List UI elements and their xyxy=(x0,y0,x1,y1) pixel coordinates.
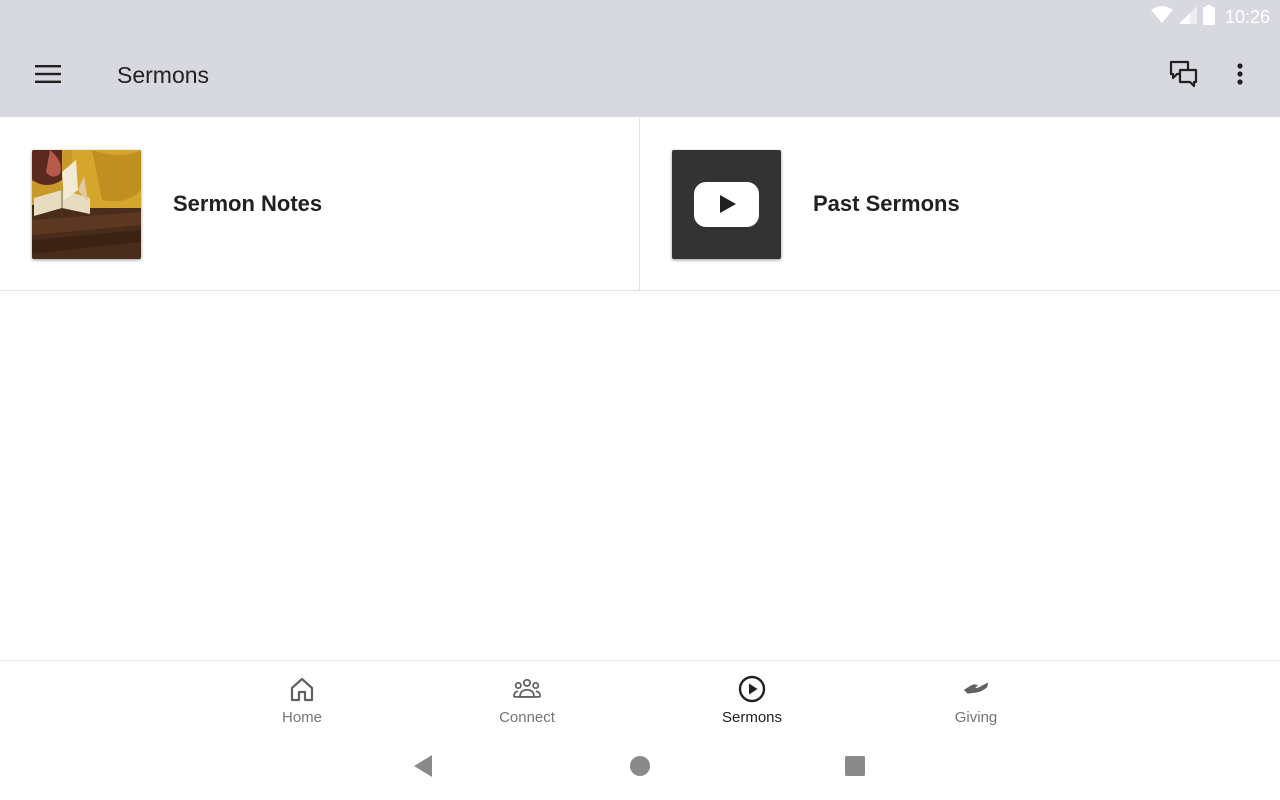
sermons-grid: Sermon Notes Past Sermons xyxy=(0,117,1280,291)
people-group-icon xyxy=(513,675,541,703)
youtube-play-icon xyxy=(694,182,759,227)
hamburger-menu-button[interactable] xyxy=(28,56,68,96)
nav-item-sermons[interactable]: Sermons xyxy=(672,661,832,741)
battery-icon xyxy=(1202,4,1215,30)
app-bar: Sermons xyxy=(0,34,1280,117)
tile-sermon-notes[interactable]: Sermon Notes xyxy=(0,117,640,290)
chat-icon xyxy=(1169,60,1199,93)
status-icons: 10:26 xyxy=(1150,4,1270,30)
tile-past-sermons[interactable]: Past Sermons xyxy=(640,117,1280,290)
hamburger-menu-icon xyxy=(35,64,61,88)
past-sermons-thumbnail xyxy=(672,150,781,259)
sermon-notes-thumbnail xyxy=(32,150,141,259)
home-circle-icon xyxy=(629,755,651,782)
chat-button[interactable] xyxy=(1164,56,1204,96)
play-circle-icon xyxy=(738,675,766,703)
system-recents-button[interactable] xyxy=(835,754,875,782)
cell-signal-icon xyxy=(1178,5,1197,29)
bible-reading-photo xyxy=(32,150,141,259)
nav-item-home[interactable]: Home xyxy=(222,661,382,741)
system-navigation-bar xyxy=(0,740,1280,800)
nav-label: Giving xyxy=(954,709,998,726)
system-back-button[interactable] xyxy=(403,754,443,782)
page-title: Sermons xyxy=(117,62,210,88)
wifi-icon xyxy=(1150,5,1173,29)
tile-label: Sermon Notes xyxy=(173,191,323,216)
tile-label: Past Sermons xyxy=(813,191,960,216)
recents-icon xyxy=(844,755,866,782)
nav-label: Sermons xyxy=(721,709,783,726)
status-bar: 10:26 xyxy=(0,0,1280,34)
status-time: 10:26 xyxy=(1224,6,1270,27)
nav-item-giving[interactable]: Giving xyxy=(896,661,1056,741)
header: 10:26 Sermons xyxy=(0,0,1280,117)
nav-label: Home xyxy=(281,709,322,726)
more-vert-icon xyxy=(1237,62,1243,90)
nav-item-connect[interactable]: Connect xyxy=(447,661,607,741)
more-options-button[interactable] xyxy=(1220,56,1260,96)
bottom-navigation: Home Connect Sermons Giving xyxy=(0,660,1280,740)
home-icon xyxy=(288,675,316,703)
giving-hand-icon xyxy=(962,675,990,703)
nav-label: Connect xyxy=(499,709,555,726)
back-icon xyxy=(412,754,434,783)
system-home-button[interactable] xyxy=(620,754,660,782)
